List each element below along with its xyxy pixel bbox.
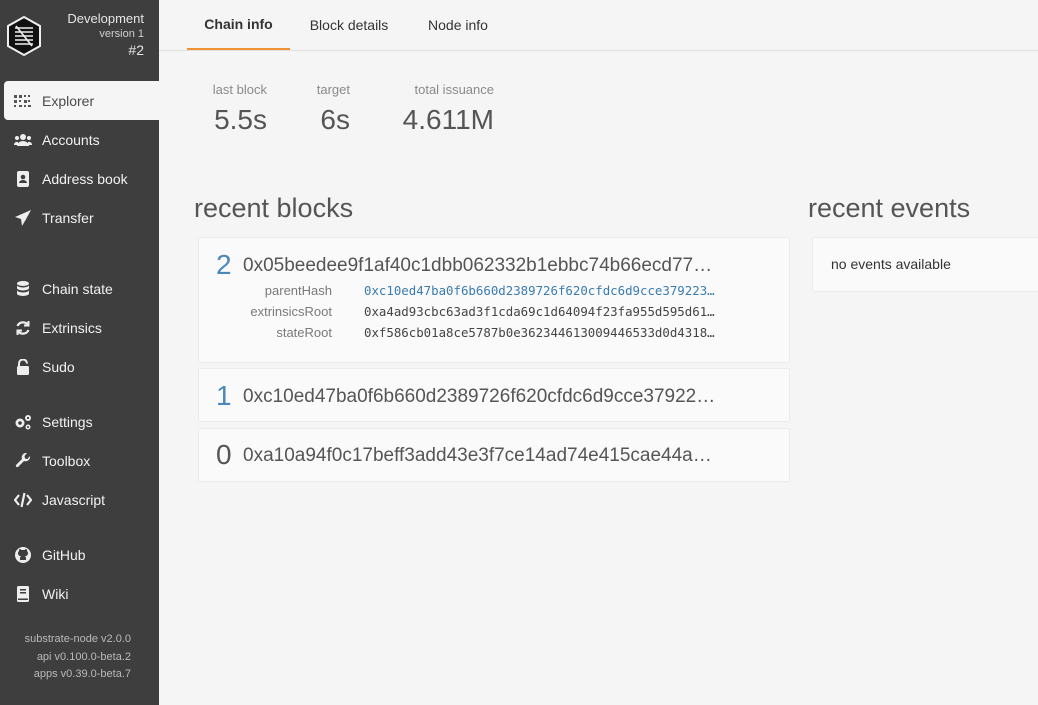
recent-events-title: recent events xyxy=(808,193,971,223)
grid-icon xyxy=(14,93,32,109)
chain-number: #2 xyxy=(128,42,144,58)
chain-info: Development version 1 #2 xyxy=(67,11,144,59)
detail-label: parentHash xyxy=(264,283,332,298)
sidebar-item-label: Javascript xyxy=(42,491,106,508)
tab-block-details[interactable]: Block details xyxy=(297,0,401,50)
recent-blocks-title: recent blocks xyxy=(194,193,354,223)
summary-value: 5.5s xyxy=(214,104,267,135)
sidebar-item-label: Accounts xyxy=(42,131,100,148)
sidebar-item-javascript[interactable]: Javascript xyxy=(4,480,159,519)
version-info: substrate-node v2.0.0 api v0.100.0-beta.… xyxy=(25,631,131,684)
node-version: substrate-node v2.0.0 xyxy=(24,633,131,645)
block-hash: 0x05beedee9f1af40c1dbb062332b1ebbc74b66e… xyxy=(243,255,713,276)
summary-label: total issuance xyxy=(414,82,495,97)
detail-row-extrinsics-root: extrinsicsRoot 0xa4ad93cbc63ad3f1cda69c1… xyxy=(199,302,765,322)
parent-hash-link[interactable]: 0xc10ed47ba0f6b660d2389726f620cfdc6d9cce… xyxy=(364,281,765,301)
sidebar-item-settings[interactable]: Settings xyxy=(4,402,159,441)
send-icon xyxy=(14,209,32,226)
block-hash: 0xa10a94f0c17beff3add43e3f7ce14ad74e415c… xyxy=(243,445,712,466)
sidebar-item-accounts[interactable]: Accounts xyxy=(4,120,159,159)
sidebar-item-label: Settings xyxy=(42,413,93,430)
address-book-icon xyxy=(14,170,32,187)
tab-node-info[interactable]: Node info xyxy=(414,0,502,50)
sidebar-item-label: Transfer xyxy=(42,209,94,226)
detail-label: stateRoot xyxy=(276,325,332,340)
detail-value: 0xf586cb01a8ce5787b0e362344613009446533d… xyxy=(364,325,715,340)
chain-version: version 1 xyxy=(99,28,144,40)
block-number[interactable]: 1 xyxy=(216,380,232,412)
block-number[interactable]: 2 xyxy=(216,249,232,281)
database-icon xyxy=(14,280,32,297)
sidebar-item-label: Toolbox xyxy=(42,452,91,469)
tab-chain-info[interactable]: Chain info xyxy=(187,0,290,50)
summary-last-block: last block 5.5s xyxy=(208,82,267,136)
sidebar-item-label: Explorer xyxy=(42,92,95,109)
book-icon xyxy=(14,585,32,602)
summary-value: 4.611M xyxy=(402,104,494,135)
sidebar-item-wiki[interactable]: Wiki xyxy=(4,574,159,613)
sidebar-item-label: Wiki xyxy=(42,585,69,602)
detail-value: 0xa4ad93cbc63ad3f1cda69c1d64094f23fa955d… xyxy=(364,304,715,319)
substrate-logo-icon[interactable] xyxy=(6,15,42,57)
sidebar-item-transfer[interactable]: Transfer xyxy=(4,198,159,237)
sidebar-item-github[interactable]: GitHub xyxy=(4,535,159,574)
users-icon xyxy=(14,132,32,148)
cogs-icon xyxy=(14,414,32,430)
sidebar-item-address-book[interactable]: Address book xyxy=(4,159,159,198)
summary-total-issuance: total issuance 4.611M xyxy=(390,82,494,136)
sidebar-item-label: Chain state xyxy=(42,280,113,297)
detail-label: extrinsicsRoot xyxy=(250,304,332,319)
block-card: 0 0xa10a94f0c17beff3add43e3f7ce14ad74e41… xyxy=(198,428,790,482)
wrench-icon xyxy=(14,452,32,469)
summary-label: last block xyxy=(212,82,267,97)
detail-row-state-root: stateRoot 0xf586cb01a8ce5787b0e362344613… xyxy=(199,323,765,343)
tab-bar: Chain info Block details Node info xyxy=(159,0,1038,51)
sidebar-item-label: Sudo xyxy=(42,358,75,375)
sidebar-item-label: Address book xyxy=(42,170,128,187)
apps-version: apps v0.39.0-beta.7 xyxy=(33,668,131,680)
sidebar-item-sudo[interactable]: Sudo xyxy=(4,347,159,386)
block-card: 1 0xc10ed47ba0f6b660d2389726f620cfdc6d9c… xyxy=(198,368,790,422)
github-icon xyxy=(14,546,32,563)
chain-name: Development xyxy=(67,11,144,26)
code-icon xyxy=(14,492,32,508)
unlock-icon xyxy=(14,358,32,375)
sidebar-item-label: Extrinsics xyxy=(42,319,102,336)
summary-value: 6s xyxy=(320,104,350,135)
events-card: no events available xyxy=(812,237,1038,292)
no-events-message: no events available xyxy=(831,256,951,272)
summary-target: target 6s xyxy=(300,82,350,136)
block-hash: 0xc10ed47ba0f6b660d2389726f620cfdc6d9cce… xyxy=(243,386,716,407)
block-card: 2 0x05beedee9f1af40c1dbb062332b1ebbc74b6… xyxy=(198,237,790,363)
detail-row-parent-hash: parentHash 0xc10ed47ba0f6b660d2389726f62… xyxy=(199,281,765,301)
sidebar-item-toolbox[interactable]: Toolbox xyxy=(4,441,159,480)
summary-label: target xyxy=(316,82,350,97)
block-number: 0 xyxy=(216,439,232,470)
sidebar-item-label: GitHub xyxy=(42,546,86,563)
sidebar: Development version 1 #2 Explorer Accoun… xyxy=(0,0,159,705)
sidebar-item-explorer[interactable]: Explorer xyxy=(4,81,159,120)
sync-icon xyxy=(14,320,32,336)
api-version: api v0.100.0-beta.2 xyxy=(36,650,131,663)
